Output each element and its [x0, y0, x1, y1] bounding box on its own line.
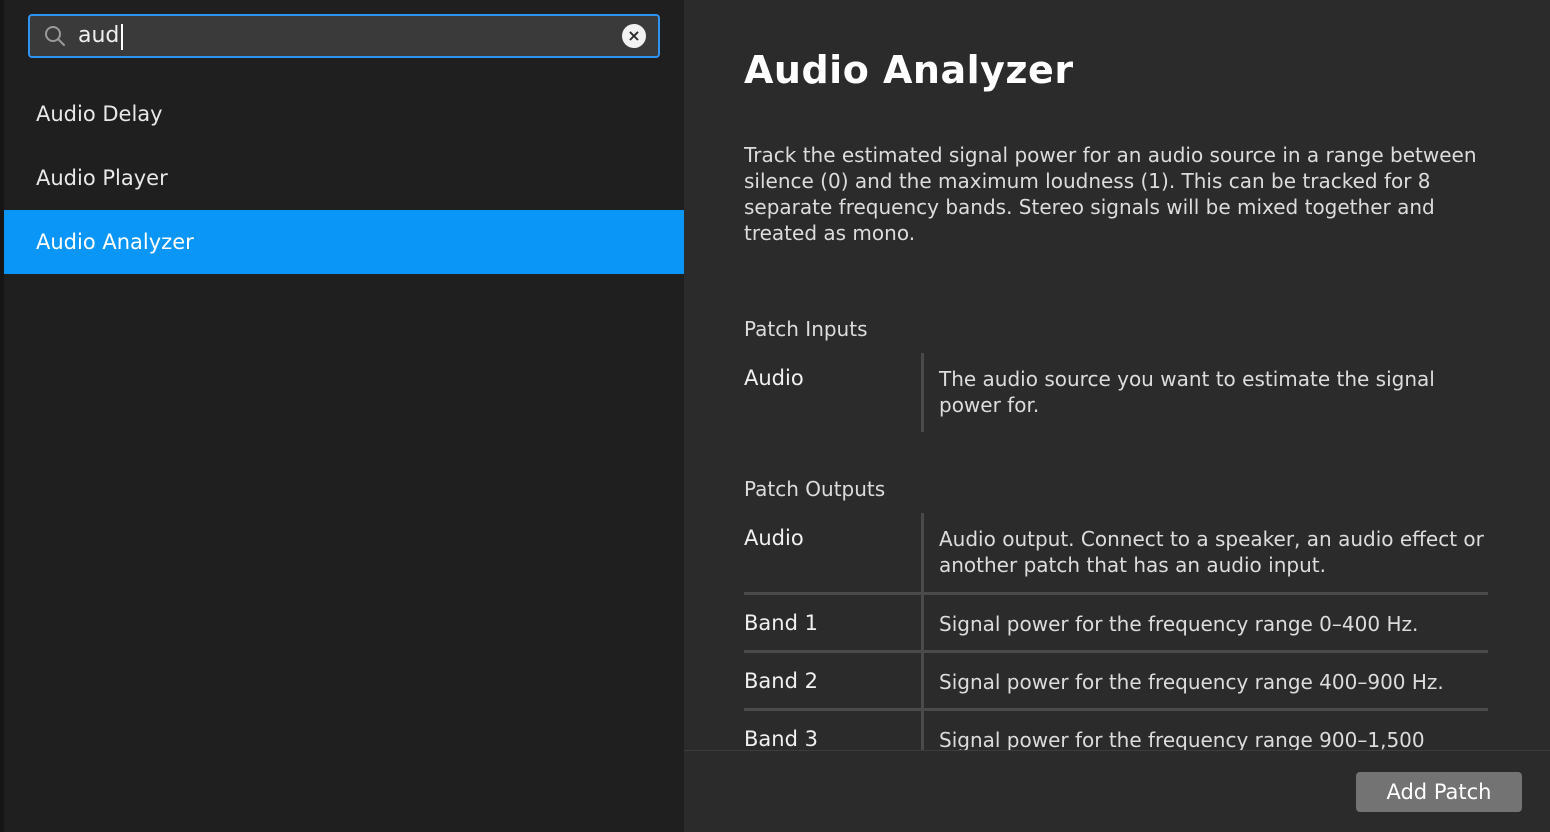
patch-outputs-table: Audio Audio output. Connect to a speaker… [744, 513, 1488, 750]
input-row: Audio The audio source you want to estim… [744, 353, 1488, 432]
search-results: Audio Delay Audio Player Audio Analyzer [4, 82, 684, 274]
output-name: Audio [744, 513, 924, 592]
search-icon [45, 26, 65, 46]
patch-list-panel: × Audio Delay Audio Player Audio Analyze… [4, 0, 684, 832]
search-input[interactable] [78, 16, 598, 56]
patch-browser: × Audio Delay Audio Player Audio Analyze… [0, 0, 1550, 832]
patch-title: Audio Analyzer [744, 48, 1074, 92]
result-item-audio-player[interactable]: Audio Player [4, 146, 684, 210]
patch-description: Track the estimated signal power for an … [744, 143, 1477, 245]
output-name: Band 1 [744, 595, 924, 650]
output-name: Band 2 [744, 653, 924, 708]
patch-inputs-heading: Patch Inputs [744, 317, 868, 341]
output-row: Band 2 Signal power for the frequency ra… [744, 650, 1488, 708]
input-name: Audio [744, 353, 924, 432]
clear-search-button[interactable]: × [622, 24, 646, 48]
text-caret [121, 24, 123, 50]
output-description: Signal power for the frequency range 0–4… [939, 612, 1419, 636]
patch-outputs-heading: Patch Outputs [744, 477, 886, 501]
output-row: Band 3 Signal power for the frequency ra… [744, 708, 1488, 750]
add-patch-button[interactable]: Add Patch [1356, 772, 1522, 812]
detail-content[interactable]: Audio Analyzer Track the estimated signa… [744, 0, 1488, 750]
output-row: Band 1 Signal power for the frequency ra… [744, 592, 1488, 650]
search-box[interactable]: × [28, 14, 660, 58]
result-item-audio-delay[interactable]: Audio Delay [4, 82, 684, 146]
patch-inputs-table: Audio The audio source you want to estim… [744, 353, 1488, 432]
output-row: Audio Audio output. Connect to a speaker… [744, 513, 1488, 592]
input-description: The audio source you want to estimate th… [939, 367, 1435, 417]
patch-detail-panel: Audio Analyzer Track the estimated signa… [684, 0, 1550, 832]
output-name: Band 3 [744, 711, 924, 750]
output-description: Audio output. Connect to a speaker, an a… [939, 527, 1484, 577]
output-description: Signal power for the frequency range 400… [939, 670, 1444, 694]
detail-footer: Add Patch [684, 750, 1550, 832]
result-item-audio-analyzer[interactable]: Audio Analyzer [4, 210, 684, 274]
output-description: Signal power for the frequency range 900… [939, 728, 1425, 750]
